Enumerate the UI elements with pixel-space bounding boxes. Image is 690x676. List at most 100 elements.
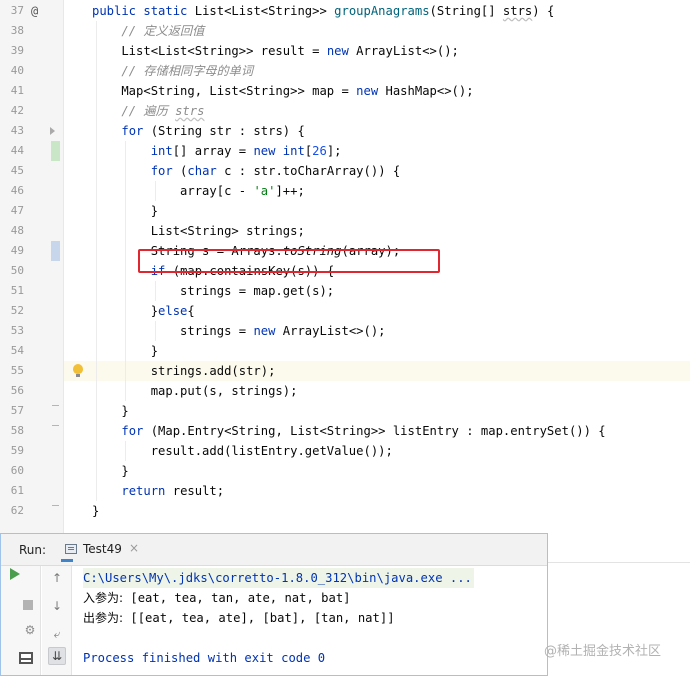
process-finished-line: Process finished with exit code 0 [83,651,326,665]
rerun-icon[interactable] [10,568,20,580]
code-line[interactable]: // 遍历 strs [64,101,690,121]
code-text: int[] array = new int[26]; [150,144,342,158]
gutter-row: 49 [0,241,64,261]
code-line[interactable]: int[] array = new int[26]; [64,141,690,161]
gutter-row: 45 [0,161,64,181]
line-number: 42 [10,104,24,117]
line-number: 55 [10,364,24,377]
arrow-up-icon[interactable]: ↑ [46,568,68,588]
arrow-down-icon[interactable]: ↓ [46,596,68,616]
code-line[interactable]: for (String str : strs) { [64,121,690,141]
line-number: 59 [10,444,24,457]
code-line[interactable]: // 定义返回值 [64,21,690,41]
run-tool-window: Run: Test49 × ⚙ ↑ ↓ ⤶ ⇊ C:\Users\My\.jdk… [0,533,548,676]
code-line[interactable]: strings.add(str); [64,361,690,381]
code-text: // 存储相同字母的单词 [121,64,254,78]
gutter-row: 40 [0,61,64,81]
gutter-row: 42 [0,101,64,121]
code-line[interactable]: } [64,501,690,521]
gutter-row: 61 [0,481,64,501]
tab-test49[interactable]: Test49 × [61,538,139,562]
line-number: 56 [10,384,24,397]
divider [548,562,690,563]
code-line[interactable]: } [64,341,690,361]
gutter-row: 41 [0,81,64,101]
code-text: public static List<List<String>> groupAn… [92,4,555,18]
line-number: 51 [10,284,24,297]
gutter-row: 54 [0,341,64,361]
gutter-row: 56 [0,381,64,401]
code-line[interactable]: return result; [64,481,690,501]
code-text: } [92,464,129,478]
code-line[interactable]: strings = map.get(s); [64,281,690,301]
code-line[interactable]: result.add(listEntry.getValue()); [64,441,690,461]
line-number: 50 [10,264,24,277]
override-method-icon[interactable]: @ [31,1,38,21]
tab-title: Test49 [83,542,122,556]
layout-icon[interactable] [19,652,33,664]
code-line[interactable]: Map<String, List<String>> map = new Hash… [64,81,690,101]
vcs-change-marker[interactable] [51,141,60,161]
stop-icon[interactable] [23,600,33,610]
code-text: for (char c : str.toCharArray()) { [150,164,401,178]
gutter-row: 60 [0,461,64,481]
code-line[interactable]: for (char c : str.toCharArray()) { [64,161,690,181]
line-number: 37 [10,4,24,17]
dump-threads-icon[interactable]: ⚙ [19,620,41,640]
code-line[interactable]: } [64,401,690,421]
code-line[interactable]: map.put(s, strings); [64,381,690,401]
scroll-to-end-icon[interactable]: ⇊ [48,647,66,665]
line-number: 54 [10,344,24,357]
lightbulb-icon[interactable] [73,364,83,378]
close-tab-icon[interactable]: × [129,541,139,555]
gutter-row: 46 [0,181,64,201]
code-text: } [92,204,159,218]
code-line[interactable]: array[c - 'a']++; [64,181,690,201]
input-label: 入参为: [83,591,124,605]
code-text: List<List<String>> result = new ArrayLis… [92,44,459,58]
fold-marker-icon[interactable] [52,505,59,506]
line-number: 52 [10,304,24,317]
fold-marker-icon[interactable] [50,127,55,135]
line-number: 61 [10,484,24,497]
code-line[interactable]: List<List<String>> result = new ArrayLis… [64,41,690,61]
fold-marker-icon[interactable] [52,405,59,406]
gutter-row: 43 [0,121,64,141]
code-line[interactable]: strings = new ArrayList<>(); [64,321,690,341]
code-text: map.put(s, strings); [92,384,298,398]
code-text: }else{ [92,304,195,318]
code-text: Map<String, List<String>> map = new Hash… [92,84,474,98]
code-line[interactable]: public static List<List<String>> groupAn… [64,1,690,21]
code-text: result.add(listEntry.getValue()); [92,444,393,458]
console-command-line[interactable]: C:\Users\My\.jdks\corretto-1.8.0_312\bin… [83,568,474,588]
line-number: 60 [10,464,24,477]
line-number: 45 [10,164,24,177]
code-text: array[c - 'a']++; [92,184,305,198]
gutter-row: 38 [0,21,64,41]
code-line[interactable]: } [64,201,690,221]
line-number: 38 [10,24,24,37]
gutter-row: 37 @ [0,1,64,21]
console-input-line: 入参为: [eat, tea, tan, ate, nat, bat] [83,588,351,608]
gutter-row: 39 [0,41,64,61]
code-text: // 定义返回值 [121,24,205,38]
code-line[interactable]: for (Map.Entry<String, List<String>> lis… [64,421,690,441]
gutter-row: 58 [0,421,64,441]
gutter-row: 62 [0,501,64,521]
highlight-annotation-box [138,249,440,273]
vcs-change-marker[interactable] [51,241,60,261]
gutter-row: 44 [0,141,64,161]
code-line[interactable]: }else{ [64,301,690,321]
code-line[interactable]: } [64,461,690,481]
soft-wrap-icon[interactable]: ⤶ [46,624,68,644]
gutter-row: 47 [0,201,64,221]
code-line[interactable]: List<String> strings; [64,221,690,241]
output-value: [[eat, tea, ate], [bat], [tan, nat]] [123,611,395,625]
fold-marker-icon[interactable] [52,425,59,426]
console-output[interactable]: C:\Users\My\.jdks\corretto-1.8.0_312\bin… [83,568,543,674]
output-label: 出参为: [83,611,124,625]
code-editor[interactable]: 37 @38 39 40 41 42 43 44 45 46 47 48 49 50 51 52 53 54 55 5… [0,0,690,533]
code-text: } [92,404,129,418]
code-line[interactable]: // 存储相同字母的单词 [64,61,690,81]
line-number: 41 [10,84,24,97]
